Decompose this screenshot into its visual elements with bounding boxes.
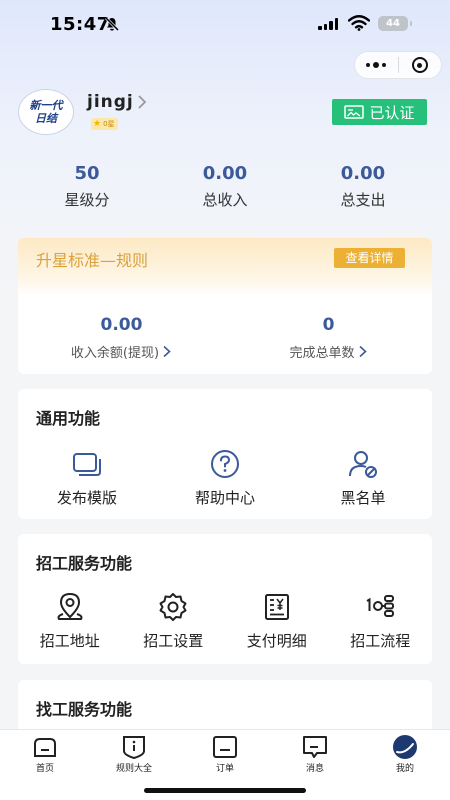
cellular-signal-icon xyxy=(318,18,338,30)
recruit-address-item[interactable]: 招工地址 xyxy=(18,590,122,651)
general-functions-grid: 发布模版 帮助中心 黑名单 xyxy=(18,447,432,508)
star-rule-title: 升星标准—规则 xyxy=(36,251,149,270)
payment-detail-label: 支付明细 xyxy=(246,632,307,650)
recruit-functions-grid: 招工地址 招工设置 支付明细 招工流程 xyxy=(18,590,432,651)
blacklist-label: 黑名单 xyxy=(340,489,386,507)
help-center-item[interactable]: 帮助中心 xyxy=(156,447,294,508)
home-icon xyxy=(34,738,56,757)
tab-mine[interactable]: 我的 xyxy=(370,734,440,774)
completed-orders-value: 0 xyxy=(322,315,335,335)
location-icon xyxy=(57,592,83,620)
stat-value: 50 xyxy=(74,163,100,184)
battery-icon: 44 xyxy=(378,16,412,31)
template-icon xyxy=(73,453,101,476)
section-title: 通用功能 xyxy=(36,409,101,428)
more-options-icon[interactable] xyxy=(355,52,398,78)
recruit-settings-label: 招工设置 xyxy=(143,632,204,650)
balance-row: 0.00 收入余额(提现) 0 完成总单数 xyxy=(18,314,432,361)
recruit-process-item[interactable]: 招工流程 xyxy=(329,590,433,651)
id-card-icon xyxy=(344,105,365,119)
stat-label: 总收入 xyxy=(202,191,248,209)
section-title: 找工服务功能 xyxy=(36,700,133,719)
message-icon xyxy=(303,736,327,758)
order-icon xyxy=(213,736,237,758)
tab-orders[interactable]: 订单 xyxy=(190,734,260,774)
verified-label: 已认证 xyxy=(369,103,415,122)
close-miniprogram-icon[interactable] xyxy=(398,52,441,78)
blacklist-icon xyxy=(349,451,377,478)
level-badge-text: 0星 xyxy=(103,120,115,128)
avatar-text-line1: 新一代 xyxy=(29,99,63,112)
tab-label: 我的 xyxy=(395,764,414,774)
star-rule-header: 升星标准—规则 查看详情 xyxy=(18,238,432,296)
income-balance[interactable]: 0.00 收入余额(提现) xyxy=(18,314,225,361)
income-balance-value: 0.00 xyxy=(100,315,143,335)
wifi-icon xyxy=(348,15,370,31)
chevron-right-icon xyxy=(358,345,367,358)
status-bar: 15:47 44 xyxy=(0,0,450,50)
stat-label: 星级分 xyxy=(64,191,110,209)
chevron-right-icon[interactable] xyxy=(135,94,149,110)
income-balance-text: 收入余额(提现) xyxy=(70,346,160,361)
status-time: 15:47 xyxy=(50,14,110,35)
stat-label: 总支出 xyxy=(340,191,386,209)
star-rule-card: 升星标准—规则 查看详情 0.00 收入余额(提现) 0 完成总单数 xyxy=(18,238,432,374)
completed-orders-text: 完成总单数 xyxy=(289,346,355,361)
help-center-label: 帮助中心 xyxy=(194,489,255,507)
level-badge: ★ 0星 xyxy=(91,118,118,130)
recruit-address-label: 招工地址 xyxy=(39,632,100,650)
tab-label: 首页 xyxy=(35,764,54,774)
payment-detail-icon xyxy=(264,594,289,620)
home-indicator xyxy=(144,788,306,793)
avatar[interactable]: 新一代 日结 xyxy=(18,89,74,135)
payment-detail-item[interactable]: 支付明细 xyxy=(225,590,329,651)
mute-bell-icon xyxy=(104,16,120,32)
view-details-button[interactable]: 查看详情 xyxy=(334,248,405,268)
recruit-functions-section: 招工服务功能 招工地址 招工设置 支付明细 招工流程 xyxy=(18,534,432,664)
username[interactable]: jingj xyxy=(87,92,134,112)
process-icon xyxy=(366,595,395,617)
rules-icon xyxy=(123,736,145,760)
blacklist-item[interactable]: 黑名单 xyxy=(294,447,432,508)
publish-template-item[interactable]: 发布模版 xyxy=(18,447,156,508)
recruit-process-label: 招工流程 xyxy=(350,632,411,650)
stat-total-expense[interactable]: 0.00 总支出 xyxy=(294,162,432,210)
publish-template-label: 发布模版 xyxy=(56,489,117,507)
chevron-right-icon xyxy=(163,345,171,358)
stat-total-income[interactable]: 0.00 总收入 xyxy=(156,162,294,210)
stat-value: 0.00 xyxy=(340,163,386,184)
tab-rules[interactable]: 规则大全 xyxy=(99,734,169,774)
verified-badge[interactable]: 已认证 xyxy=(332,99,427,125)
income-balance-label: 收入余额(提现) xyxy=(18,342,225,361)
tab-home[interactable]: 首页 xyxy=(10,734,80,774)
settings-icon xyxy=(159,593,187,621)
help-icon xyxy=(211,450,239,478)
section-title: 招工服务功能 xyxy=(36,554,133,573)
tab-label: 订单 xyxy=(215,764,234,774)
general-functions-section: 通用功能 发布模版 帮助中心 黑名单 xyxy=(18,389,432,519)
stat-value: 0.00 xyxy=(202,163,248,184)
profile-icon xyxy=(393,735,417,759)
tab-label: 规则大全 xyxy=(115,764,152,774)
star-icon: ★ xyxy=(93,119,102,129)
completed-orders-label: 完成总单数 xyxy=(225,342,432,361)
recruit-settings-item[interactable]: 招工设置 xyxy=(122,590,226,651)
tab-messages[interactable]: 消息 xyxy=(280,734,350,774)
tab-label: 消息 xyxy=(305,764,324,774)
stats-row: 50 星级分 0.00 总收入 0.00 总支出 xyxy=(18,162,432,210)
miniprogram-capsule xyxy=(354,51,442,79)
avatar-text-line2: 日结 xyxy=(35,112,57,125)
completed-orders[interactable]: 0 完成总单数 xyxy=(225,314,432,361)
stat-star-score[interactable]: 50 星级分 xyxy=(18,162,156,210)
